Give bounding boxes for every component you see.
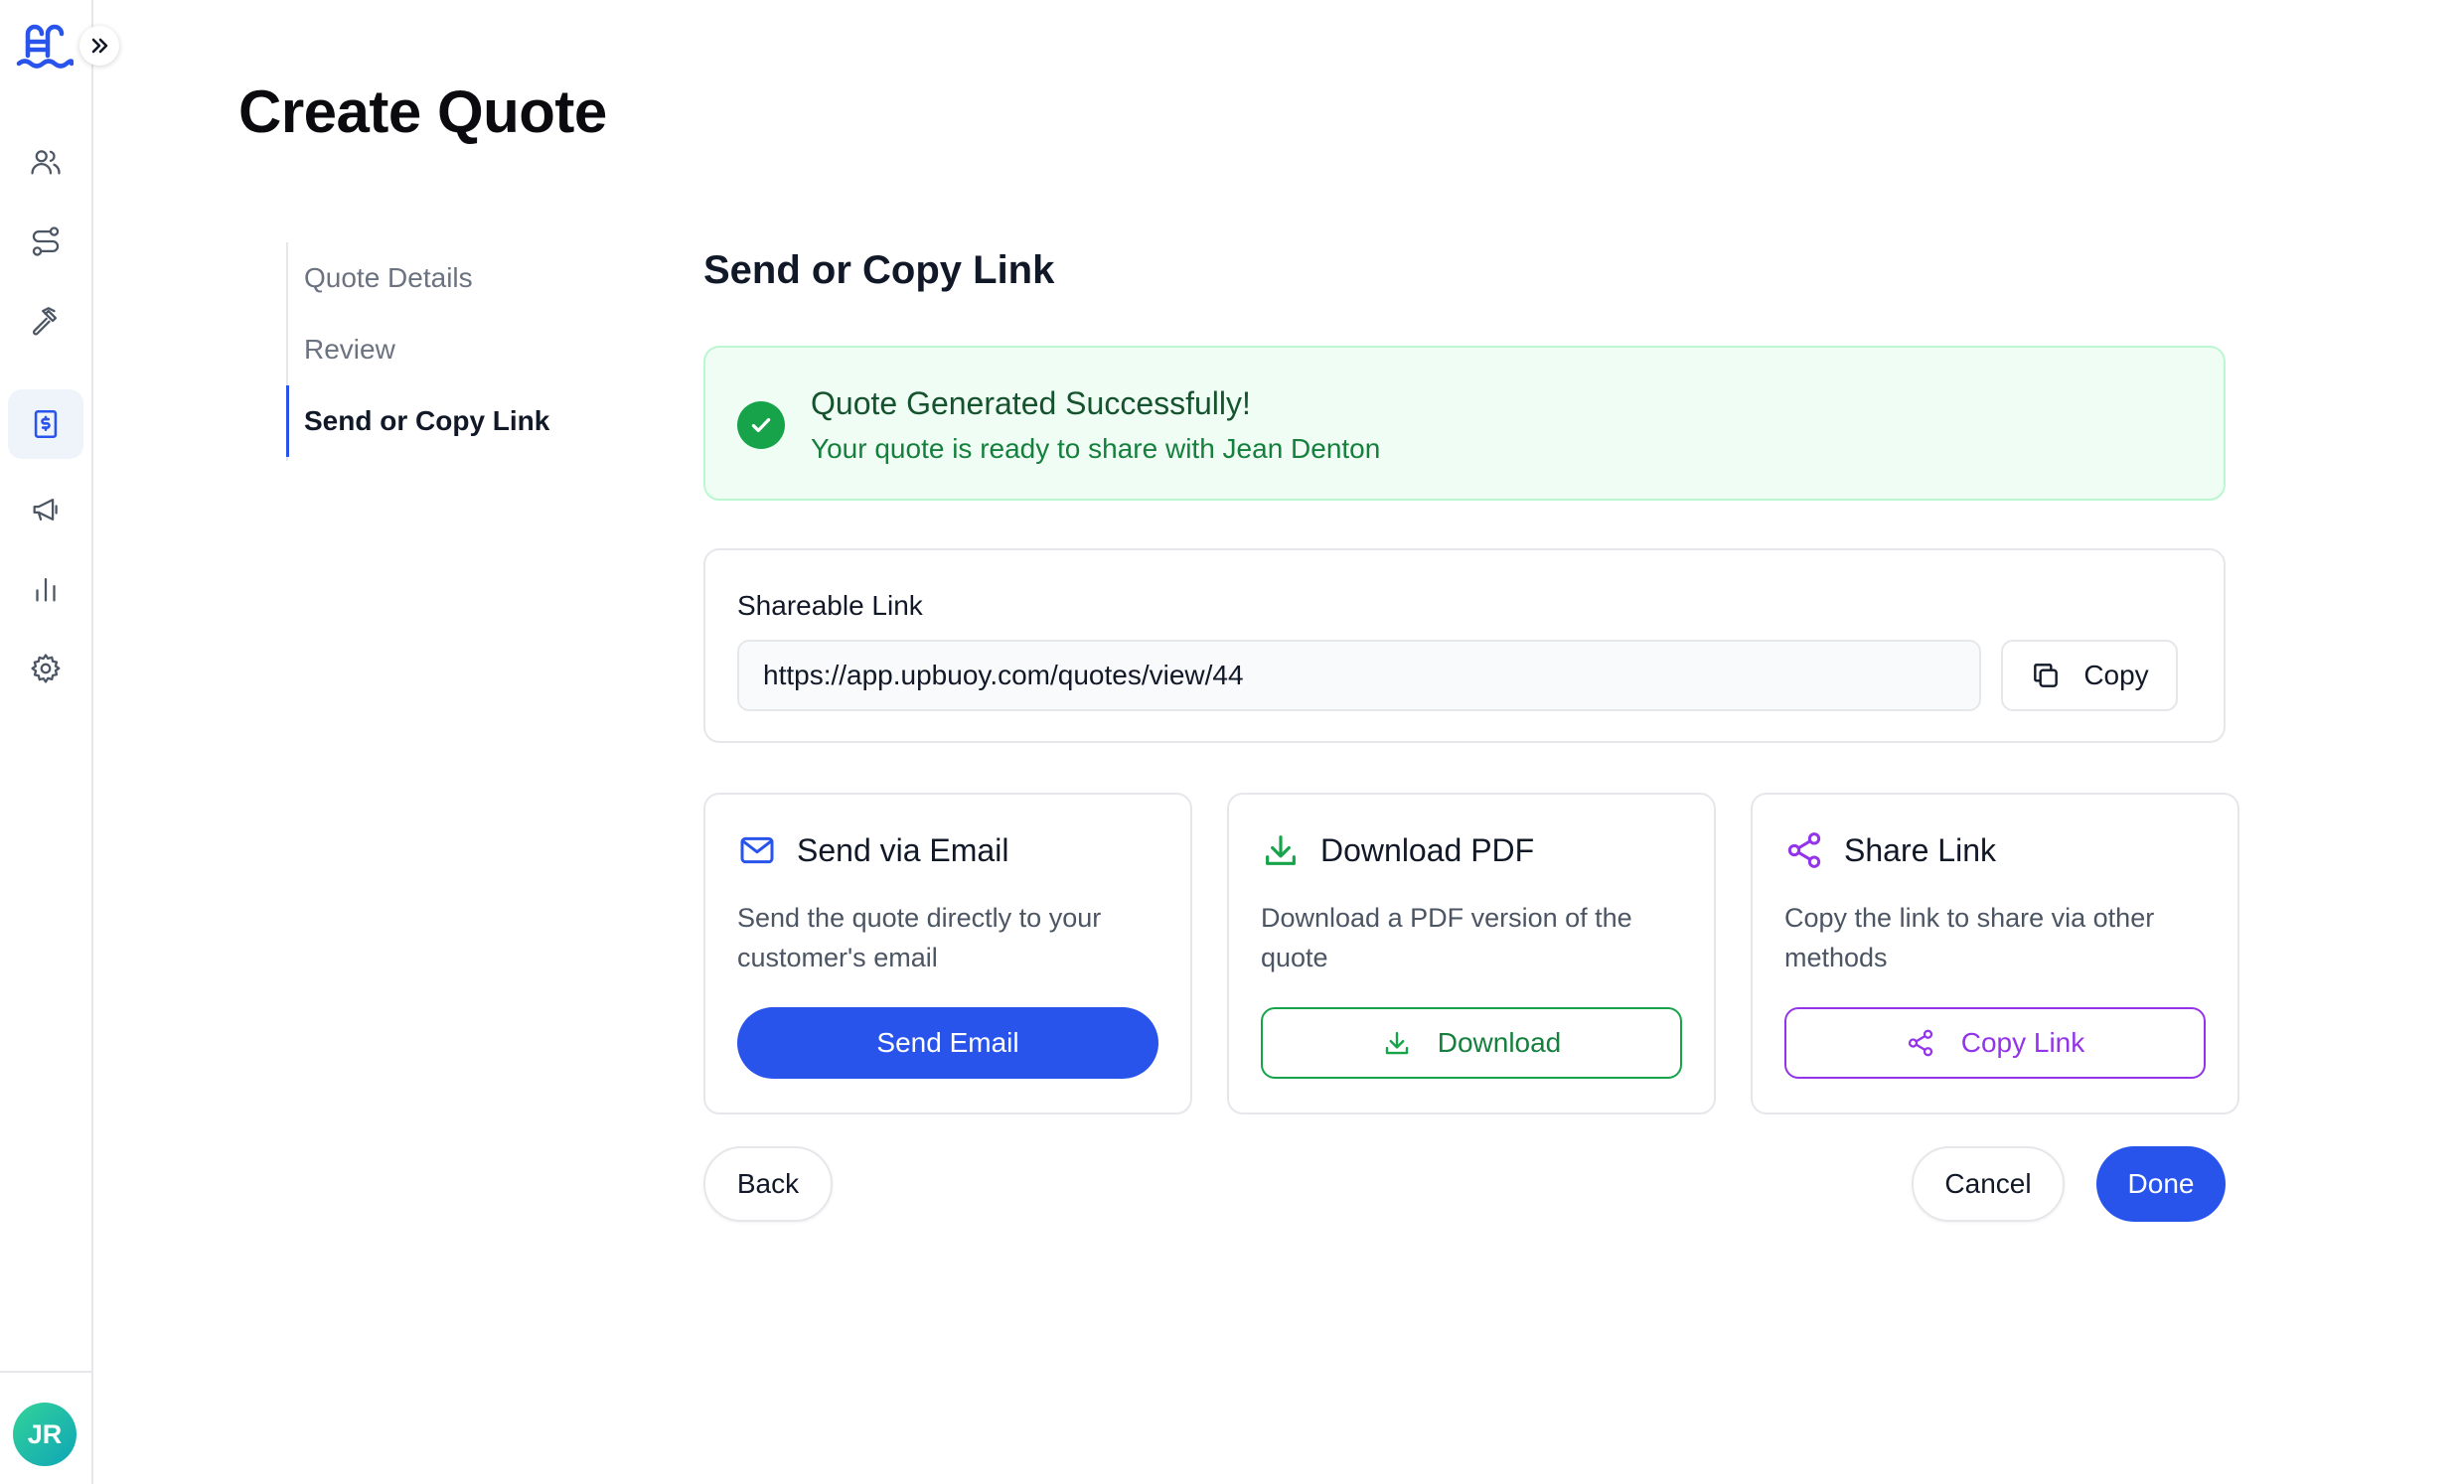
mail-icon [740,836,774,864]
avatar[interactable]: JR [13,1403,77,1466]
route-icon [32,226,60,256]
copy-link-button-label: Copy Link [1960,1027,2085,1058]
share-icon [1787,832,1821,868]
sidebar-footer: JR [0,1371,93,1484]
copy-link-button[interactable]: Copy Link [1784,1007,2206,1079]
section-title: Send or Copy Link [703,248,1055,292]
success-message: Your quote is ready to share with Jean D… [811,433,1381,464]
cancel-button[interactable]: Cancel [1912,1146,2065,1222]
quote-steps: Quote Details Review Send or Copy Link [286,242,604,461]
chevrons-right-icon[interactable] [79,26,119,66]
download-pdf-title: Download PDF [1320,831,1535,868]
download-button-label: Download [1437,1027,1562,1058]
check-circle-icon [737,401,785,449]
sidebar: JR [0,0,119,1484]
shareable-link-label: Shareable Link [737,590,923,621]
step-quote-details[interactable]: Quote Details [286,242,604,314]
download-button[interactable]: Download [1261,1007,1682,1079]
invoice-dollar-icon [34,409,58,439]
step-send-or-copy-link[interactable]: Send or Copy Link [286,385,604,457]
step-review[interactable]: Review [286,314,604,385]
send-via-email-card: Send via Email Send the quote directly t… [703,793,1192,1114]
shareable-link-card: Shareable Link Copy [703,548,2226,743]
pool-ladder-logo-icon[interactable] [16,22,75,72]
sidebar-item-quotes[interactable] [8,389,83,459]
download-pdf-card: Download PDF Download a PDF version of t… [1227,793,1716,1114]
send-email-button[interactable]: Send Email [737,1007,1158,1079]
success-banner: Quote Generated Successfully! Your quote… [703,346,2226,501]
download-pdf-description: Download a PDF version of the quote [1261,903,1632,972]
copy-icon [2034,664,2059,687]
success-title: Quote Generated Successfully! [811,385,1251,421]
copy-button-label: Copy [2083,660,2149,690]
share-icon [1908,1029,1932,1057]
hammer-icon [33,307,58,336]
users-icon [31,150,61,175]
done-button[interactable]: Done [2096,1146,2226,1222]
share-link-card: Share Link Copy the link to share via ot… [1751,793,2239,1114]
sidebar-item-routes[interactable] [8,207,83,276]
back-button[interactable]: Back [703,1146,833,1222]
send-via-email-description: Send the quote directly to your customer… [737,903,1102,972]
sidebar-item-customers[interactable] [8,127,83,197]
sidebar-item-jobs[interactable] [8,286,83,356]
gear-icon [31,654,61,683]
download-icon [1266,835,1296,865]
sidebar-item-reports[interactable] [8,554,83,624]
sidebar-item-settings[interactable] [8,634,83,703]
bar-chart-icon [36,577,56,602]
download-icon [1385,1031,1408,1055]
sidebar-item-marketing[interactable] [8,475,83,544]
share-link-description: Copy the link to share via other methods [1784,903,2155,972]
copy-button[interactable]: Copy [2001,640,2178,711]
megaphone-icon [33,498,58,521]
send-via-email-title: Send via Email [797,831,1009,868]
shareable-link-input[interactable] [737,640,1981,711]
share-link-title: Share Link [1844,831,1996,868]
page-title: Create Quote [238,78,607,145]
